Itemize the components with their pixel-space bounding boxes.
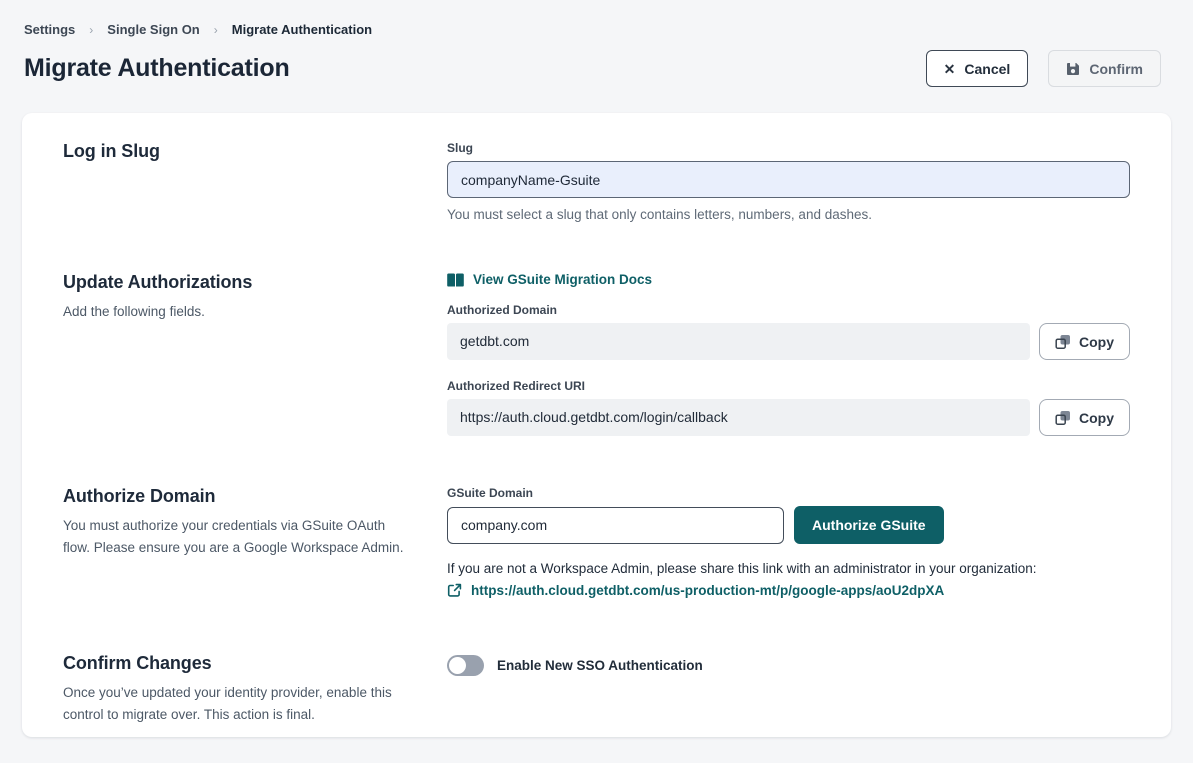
admin-share-link-label: https://auth.cloud.getdbt.com/us-product…: [471, 583, 944, 598]
toggle-knob: [449, 657, 466, 674]
admin-share-link[interactable]: https://auth.cloud.getdbt.com/us-product…: [447, 583, 944, 598]
section-heading: Log in Slug: [63, 141, 447, 162]
section-authorize-domain: Authorize Domain You must authorize your…: [63, 486, 1130, 603]
authorize-gsuite-button[interactable]: Authorize GSuite: [794, 506, 944, 544]
chevron-right-icon: ›: [214, 23, 218, 37]
breadcrumb-settings[interactable]: Settings: [24, 22, 75, 37]
redirect-uri-value: https://auth.cloud.getdbt.com/login/call…: [447, 399, 1030, 436]
redirect-uri-label: Authorized Redirect URI: [447, 379, 1130, 393]
gsuite-migration-docs-link[interactable]: View GSuite Migration Docs: [447, 272, 652, 287]
external-link-icon: [447, 583, 462, 598]
section-authorize-domain-right: GSuite Domain Authorize GSuite If you ar…: [447, 486, 1130, 603]
section-update-authorizations-left: Update Authorizations Add the following …: [63, 272, 447, 436]
chevron-right-icon: ›: [89, 23, 93, 37]
section-login-slug-right: Slug You must select a slug that only co…: [447, 141, 1130, 222]
page-title: Migrate Authentication: [24, 54, 290, 83]
breadcrumb: Settings › Single Sign On › Migrate Auth…: [24, 22, 1169, 37]
breadcrumb-single-sign-on[interactable]: Single Sign On: [107, 22, 199, 37]
section-heading: Confirm Changes: [63, 653, 447, 674]
section-description: You must authorize your credentials via …: [63, 515, 413, 558]
slug-input[interactable]: [447, 161, 1130, 198]
copy-icon: [1055, 334, 1071, 350]
redirect-uri-row: https://auth.cloud.getdbt.com/login/call…: [447, 399, 1130, 436]
section-heading: Update Authorizations: [63, 272, 447, 293]
book-icon: [447, 273, 464, 287]
enable-sso-toggle-row: Enable New SSO Authentication: [447, 655, 1130, 676]
gsuite-domain-input[interactable]: [447, 507, 784, 544]
section-login-slug: Log in Slug Slug You must select a slug …: [63, 141, 1130, 222]
save-icon: [1066, 62, 1080, 76]
migrate-authentication-card: Log in Slug Slug You must select a slug …: [22, 113, 1171, 737]
section-description: Once you’ve updated your identity provid…: [63, 682, 413, 725]
workspace-admin-note: If you are not a Workspace Admin, please…: [447, 561, 1130, 576]
section-update-authorizations-right: View GSuite Migration Docs Authorized Do…: [447, 272, 1130, 436]
gsuite-domain-row: Authorize GSuite: [447, 506, 1130, 544]
copy-redirect-uri-button[interactable]: Copy: [1039, 399, 1130, 436]
enable-sso-toggle-label: Enable New SSO Authentication: [497, 658, 703, 673]
section-update-authorizations: Update Authorizations Add the following …: [63, 272, 1130, 436]
enable-sso-toggle[interactable]: [447, 655, 484, 676]
gsuite-migration-docs-link-label: View GSuite Migration Docs: [473, 272, 652, 287]
x-icon: ✕: [944, 62, 956, 76]
cancel-button-label: Cancel: [964, 61, 1010, 77]
title-row: Migrate Authentication ✕ Cancel Confirm: [24, 50, 1169, 87]
authorized-domain-row: getdbt.com Copy: [447, 323, 1130, 360]
copy-authorized-domain-button[interactable]: Copy: [1039, 323, 1130, 360]
confirm-button-label: Confirm: [1089, 61, 1143, 77]
cancel-button[interactable]: ✕ Cancel: [926, 50, 1029, 87]
confirm-button[interactable]: Confirm: [1048, 50, 1161, 87]
slug-helper-text: You must select a slug that only contain…: [447, 207, 1130, 222]
authorized-domain-value: getdbt.com: [447, 323, 1030, 360]
section-authorize-domain-left: Authorize Domain You must authorize your…: [63, 486, 447, 603]
gsuite-domain-label: GSuite Domain: [447, 486, 1130, 500]
header-actions: ✕ Cancel Confirm: [926, 50, 1169, 87]
section-description: Add the following fields.: [63, 301, 413, 323]
section-confirm-changes: Confirm Changes Once you’ve updated your…: [63, 653, 1130, 725]
authorized-domain-label: Authorized Domain: [447, 303, 1130, 317]
page-header: Settings › Single Sign On › Migrate Auth…: [0, 0, 1193, 87]
copy-button-label: Copy: [1079, 410, 1114, 426]
copy-button-label: Copy: [1079, 334, 1114, 350]
slug-label: Slug: [447, 141, 1130, 155]
section-login-slug-left: Log in Slug: [63, 141, 447, 222]
copy-icon: [1055, 410, 1071, 426]
section-confirm-changes-right: Enable New SSO Authentication: [447, 653, 1130, 725]
section-heading: Authorize Domain: [63, 486, 447, 507]
breadcrumb-migrate-authentication: Migrate Authentication: [232, 22, 372, 37]
section-confirm-changes-left: Confirm Changes Once you’ve updated your…: [63, 653, 447, 725]
